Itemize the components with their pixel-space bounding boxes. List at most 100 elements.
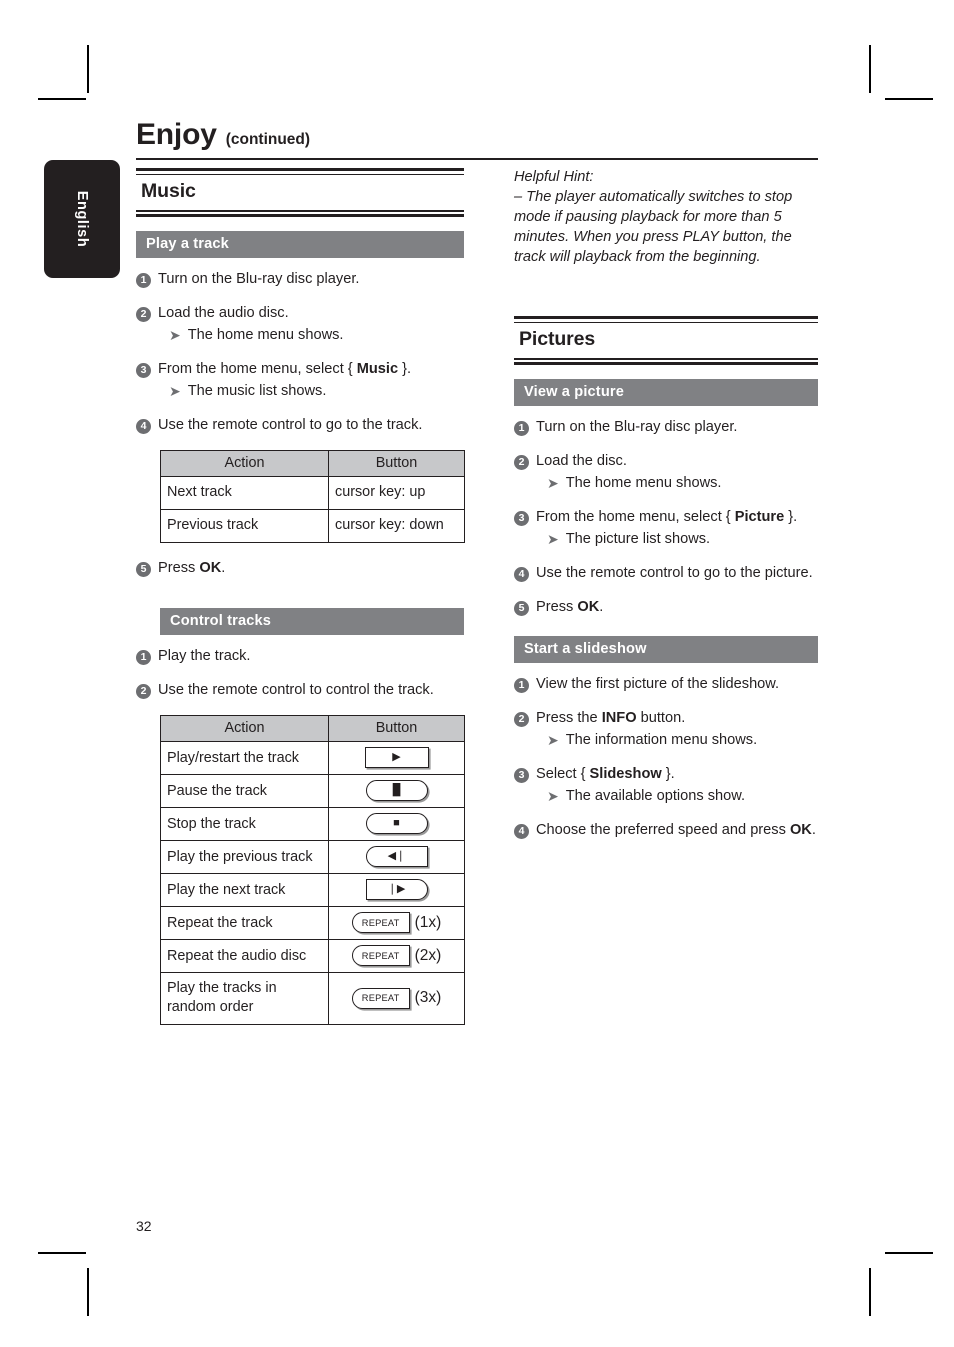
helpful-hint: Helpful Hint: – The player automatically…: [514, 168, 818, 268]
table-row: Stop the track ■: [160, 807, 465, 842]
table-header-button: Button: [328, 450, 465, 478]
subsection-bar-play-a-track: Play a track: [136, 231, 464, 259]
step-text: Play the track.: [158, 648, 251, 665]
step-badge: 1: [136, 650, 151, 666]
page-number: 32: [136, 1218, 152, 1234]
table-header-button: Button: [328, 715, 465, 743]
repeat-glyph: REPEAT: [361, 950, 400, 961]
section-title-pictures: Pictures: [519, 328, 596, 350]
table-row: Play/restart the track ▶: [160, 741, 465, 776]
step-result: ➤ The information menu shows.: [536, 731, 818, 751]
step-text: Turn on the Blu-ray disc player.: [158, 271, 360, 288]
table-cell-button: REPEAT (3x): [328, 972, 465, 1025]
step-item: 4 Use the remote control to go to the tr…: [136, 416, 464, 436]
step-text: Press OK.: [158, 559, 464, 579]
step-text: View the first picture of the slideshow.: [536, 675, 780, 692]
language-tab-label: English: [74, 190, 90, 248]
step-item: 3 From the home menu, select { Music }. …: [136, 360, 464, 402]
table-cell-action: Play the previous track: [160, 840, 329, 875]
repeat-count: (2x): [414, 946, 442, 964]
step-text: Choose the preferred speed and press OK.: [536, 821, 818, 841]
table-cell-action: Pause the track: [160, 774, 329, 809]
step-text-emphasis: Slideshow: [589, 765, 662, 782]
remote-key: REPEAT (2x): [351, 945, 442, 967]
step-text-emphasis: OK: [577, 598, 600, 615]
left-column: Music Play a track 1 Turn on the Blu-ray…: [136, 168, 465, 1029]
table-cell-button: ▶: [328, 741, 465, 776]
step-text: Turn on the Blu-ray disc player.: [536, 419, 738, 436]
step-result: ➤ The music list shows.: [158, 382, 464, 402]
step-text-emphasis: Music: [356, 361, 399, 378]
step-result: ➤ The home menu shows.: [158, 326, 464, 346]
step-text: Use the remote control to control the tr…: [158, 682, 434, 699]
step-text-emphasis: OK: [789, 821, 812, 838]
page-title-subtitle: (continued): [225, 131, 311, 148]
steps-play-a-track: 1 Turn on the Blu-ray disc player. 2 Loa…: [136, 270, 464, 436]
table-row: Play the next track ❘▶: [160, 873, 465, 908]
table-cell-button: cursor key: down: [328, 508, 465, 543]
previous-glyph: ◀❘: [387, 850, 406, 863]
repeat-icon: REPEAT: [351, 945, 410, 967]
step-item: 2 Use the remote control to control the …: [136, 681, 464, 701]
repeat-icon: REPEAT: [351, 987, 410, 1009]
step-item: 1 View the first picture of the slidesho…: [514, 675, 818, 695]
step-text: Press OK.: [536, 598, 818, 618]
remote-key: ■: [365, 813, 428, 835]
table-cell-button: ■: [328, 807, 465, 842]
step-text-emphasis: Picture: [734, 509, 785, 526]
repeat-count: (1x): [414, 913, 442, 931]
step-result-text: The information menu shows.: [565, 731, 758, 748]
table-row: Pause the track ▐▌: [160, 774, 465, 809]
step-item: 4 Choose the preferred speed and press O…: [514, 821, 818, 841]
step-text: Press the INFO button.: [536, 709, 818, 729]
table-row: Repeat the audio disc REPEAT (2x): [160, 939, 465, 974]
repeat-count: (3x): [414, 989, 442, 1007]
table-row: Next track cursor key: up: [160, 476, 465, 510]
step-item: 2 Press the INFO button. ➤ The informati…: [514, 709, 818, 751]
step-badge: 1: [514, 677, 529, 693]
step-text-pre: From the home menu, select {: [536, 509, 735, 526]
step-text-pre: Select {: [536, 765, 590, 782]
page-title-main: Enjoy: [136, 118, 217, 151]
table-cell-button: REPEAT (2x): [328, 939, 465, 974]
step-item: 5 Press OK.: [136, 559, 464, 579]
helpful-hint-label: Helpful Hint:: [514, 169, 594, 185]
crop-mark-top-left-horizontal: [38, 98, 86, 100]
step-text-pre: Press: [158, 559, 200, 576]
step-text-post: .: [599, 598, 604, 615]
step-text-pre: From the home menu, select {: [158, 361, 357, 378]
repeat-glyph: REPEAT: [361, 917, 400, 928]
pause-icon: ▐▌: [365, 780, 428, 802]
remote-key: ◀❘: [365, 846, 428, 868]
page-header: Enjoy (continued): [136, 118, 818, 160]
table-cell-button: ▐▌: [328, 774, 465, 809]
rule: [136, 213, 464, 218]
step-text-pre: Press: [536, 598, 578, 615]
step-text: Select { Slideshow }.: [536, 765, 818, 785]
repeat-icon: REPEAT: [351, 912, 410, 934]
crop-mark-bottom-right-horizontal: [885, 1252, 933, 1254]
step-badge: 3: [136, 363, 151, 379]
table-cell-button: REPEAT (1x): [328, 906, 465, 941]
language-tab: English: [44, 160, 120, 278]
arrow-right-icon: ➤: [547, 787, 559, 804]
table-header-row: Action Button: [160, 450, 465, 478]
table-control-tracks: Action Button Play/restart the track ▶ P…: [160, 715, 465, 1025]
subsection-bar-control-tracks: Control tracks: [160, 608, 464, 636]
arrow-right-icon: ➤: [547, 531, 559, 548]
table-cell-action: Previous track: [160, 508, 329, 543]
step-result: ➤ The home menu shows.: [536, 474, 818, 494]
right-column: Helpful Hint: – The player automatically…: [514, 168, 818, 855]
subsection-bar-view-a-picture: View a picture: [514, 379, 818, 407]
step-result-text: The available options show.: [565, 787, 746, 804]
arrow-right-icon: ➤: [547, 475, 559, 492]
step-badge: 4: [514, 823, 529, 839]
remote-key: ❘▶: [365, 879, 428, 901]
step-text-post: }.: [398, 361, 412, 378]
step-item: 3 From the home menu, select { Picture }…: [514, 508, 818, 550]
table-cell-button: ❘▶: [328, 873, 465, 908]
step-badge: 1: [136, 273, 151, 289]
step-text-post: }.: [784, 509, 798, 526]
stop-icon: ■: [365, 813, 428, 835]
step-result-text: The picture list shows.: [565, 531, 711, 548]
